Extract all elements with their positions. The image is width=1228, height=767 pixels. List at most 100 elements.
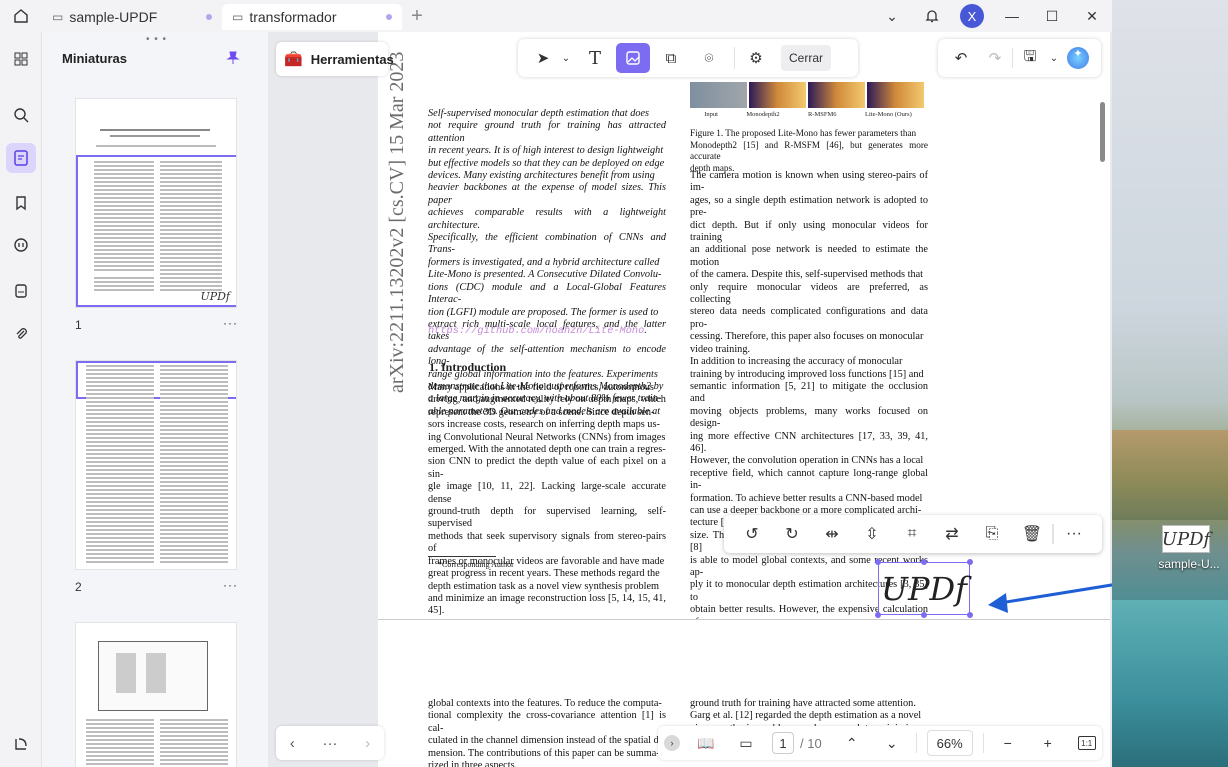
text-line: Self-supervised monocular depth estimati… bbox=[428, 108, 650, 119]
text-line: receptive field, which cannot capture lo… bbox=[690, 467, 928, 492]
resize-handle[interactable] bbox=[875, 612, 881, 618]
text-line: methods that seek supervisory signals fr… bbox=[428, 530, 666, 555]
text-line: ages, so a single depth estimation netwo… bbox=[690, 194, 928, 219]
figure-1-images bbox=[690, 82, 926, 108]
vertical-scrollbar[interactable] bbox=[1100, 102, 1105, 162]
page-thumbnail-1[interactable]: UPDf bbox=[75, 98, 237, 308]
selected-signature-image[interactable]: UPDf bbox=[878, 562, 970, 615]
text-line: Many applications in the field of roboti… bbox=[428, 382, 654, 393]
text-line: of the camera. Despite this, self-superv… bbox=[690, 269, 924, 281]
layers-icon[interactable] bbox=[6, 729, 36, 759]
current-page-input[interactable]: 1 bbox=[772, 732, 794, 754]
resize-handle[interactable] bbox=[875, 559, 881, 565]
more-options-icon[interactable]: ··· bbox=[322, 735, 337, 752]
user-avatar[interactable]: X bbox=[960, 4, 984, 28]
reading-mode-icon[interactable]: 📖 bbox=[686, 735, 726, 752]
stamp-icon[interactable]: ⌾ bbox=[692, 43, 726, 73]
zoom-out-icon[interactable]: − bbox=[988, 735, 1028, 751]
resize-handle[interactable] bbox=[967, 559, 973, 565]
new-tab-plus-icon[interactable]: + bbox=[402, 5, 432, 28]
edit-pdf-icon[interactable] bbox=[6, 143, 36, 173]
flip-vertical-icon[interactable]: ⇳ bbox=[852, 524, 892, 544]
minimize-icon[interactable]: — bbox=[992, 8, 1032, 24]
search-icon[interactable] bbox=[6, 100, 36, 130]
text-line: However, the convolution operation in CN… bbox=[690, 455, 924, 467]
panel-drag-handle-icon[interactable]: • • • bbox=[146, 34, 167, 45]
text-line: mension. The contributions of this paper… bbox=[428, 747, 660, 759]
zoom-level[interactable]: 66% bbox=[926, 730, 973, 756]
first-page-icon[interactable]: ⌃ bbox=[832, 735, 872, 752]
thumbnail-more-icon[interactable]: ··· bbox=[223, 316, 238, 330]
trash-icon[interactable]: 🗑 bbox=[1012, 524, 1052, 544]
thumb-column bbox=[160, 719, 228, 767]
close-edit-button[interactable]: Cerrar bbox=[781, 45, 832, 71]
title-bar: ▭ sample-UPDF ▭ transformador + ⌄ X — ☐ … bbox=[0, 0, 1112, 32]
rotate-right-icon[interactable]: ↻ bbox=[772, 524, 812, 544]
left-rail bbox=[0, 32, 42, 767]
thumbnails-grid-icon[interactable] bbox=[6, 44, 36, 74]
tab-transformador[interactable]: ▭ transformador bbox=[222, 4, 402, 30]
thumb-line bbox=[110, 135, 200, 137]
add-image-icon[interactable] bbox=[616, 43, 650, 73]
text-line: cessing. Therefore, this paper also focu… bbox=[690, 331, 924, 343]
text-line: achieves comparable results with a light… bbox=[428, 207, 666, 231]
page-thumbnail-3[interactable] bbox=[75, 622, 237, 767]
thumbnails-panel: • • • Miniaturas UPDf 1 ··· 2 ··· bbox=[43, 32, 268, 767]
maximize-icon[interactable]: ☐ bbox=[1032, 8, 1072, 25]
thumbnail-more-icon[interactable]: ··· bbox=[223, 578, 238, 592]
chevron-down-icon[interactable]: ⌄ bbox=[558, 43, 574, 73]
pin-icon[interactable] bbox=[226, 51, 240, 68]
close-icon[interactable]: ✕ bbox=[1072, 8, 1112, 25]
chevron-down-icon[interactable]: ⌄ bbox=[872, 8, 912, 25]
rotate-left-icon[interactable]: ↺ bbox=[732, 524, 772, 544]
crop-icon[interactable]: ⌗ bbox=[892, 525, 932, 543]
text-line: Monodepth2 [15] and R-MSFM [46], but gen… bbox=[690, 139, 928, 162]
save-icon[interactable]: 🖫 bbox=[1013, 46, 1047, 71]
desktop-file-icon[interactable]: UPDf sample-U... bbox=[1150, 525, 1228, 571]
more-options-icon[interactable]: ··· bbox=[1054, 525, 1094, 543]
text-line: ing Convolutional Neural Networks (CNNs)… bbox=[428, 431, 666, 443]
present-icon[interactable]: ▭ bbox=[726, 735, 766, 752]
next-page-icon[interactable]: › bbox=[365, 735, 370, 752]
zoom-in-icon[interactable]: + bbox=[1028, 735, 1068, 751]
document-viewer[interactable]: arXiv:2211.13202v2 [cs.CV] 15 Mar 2023 I… bbox=[268, 32, 1112, 767]
toolbar-divider bbox=[734, 47, 735, 69]
flip-horizontal-icon[interactable]: ⇹ bbox=[812, 524, 852, 544]
page2-left-column-text: global contexts into the features. To re… bbox=[428, 698, 666, 767]
last-page-icon[interactable]: ⌄ bbox=[872, 735, 912, 752]
prev-page-icon[interactable]: ‹ bbox=[290, 735, 295, 752]
settings-sliders-icon[interactable]: ⚙ bbox=[739, 43, 773, 73]
toolbox-icon: 🧰 bbox=[284, 51, 303, 68]
expand-toolbar-icon[interactable]: › bbox=[664, 735, 680, 751]
bell-icon[interactable] bbox=[912, 8, 952, 24]
redo-icon[interactable]: ↷ bbox=[978, 49, 1012, 67]
resize-handle[interactable] bbox=[967, 612, 973, 618]
thumb-column bbox=[160, 161, 222, 291]
bookmark-icon[interactable] bbox=[6, 188, 36, 218]
tab-sample-updf[interactable]: ▭ sample-UPDF bbox=[42, 4, 222, 30]
add-text-icon[interactable]: T bbox=[578, 43, 612, 73]
tools-button[interactable]: 🧰 Herramientas bbox=[276, 42, 394, 76]
select-cursor-icon[interactable]: ➤ bbox=[526, 43, 560, 73]
chevron-down-icon[interactable]: ⌄ bbox=[1047, 53, 1061, 64]
text-line: heavier backbones at the expense of mode… bbox=[428, 182, 666, 206]
undo-icon[interactable]: ↶ bbox=[944, 49, 978, 67]
extract-image-icon[interactable]: ⎘ bbox=[972, 525, 1012, 543]
abstract-url[interactable]: https://github.com/noahzn/Lite-Mono. bbox=[428, 325, 666, 337]
page-thumbnail-2[interactable] bbox=[75, 360, 237, 570]
fit-actual-size-icon[interactable]: 1:1 bbox=[1077, 736, 1096, 750]
attachment-icon[interactable] bbox=[6, 319, 36, 349]
desktop-wallpaper-water bbox=[1110, 600, 1228, 767]
resize-handle[interactable] bbox=[921, 612, 927, 618]
thumb-logo-image: UPDf bbox=[200, 290, 230, 303]
thumb-line bbox=[100, 129, 210, 131]
ai-assistant-icon[interactable]: ✦ bbox=[1067, 47, 1089, 69]
home-icon[interactable] bbox=[0, 0, 42, 32]
ai-chat-icon[interactable] bbox=[6, 230, 36, 260]
resize-handle[interactable] bbox=[921, 559, 927, 565]
text-line: Garg et al. [12] regarded the depth esti… bbox=[690, 710, 922, 722]
form-icon[interactable] bbox=[6, 276, 36, 306]
replace-image-icon[interactable]: ⇄ bbox=[932, 524, 972, 544]
add-link-icon[interactable]: ⧉ bbox=[654, 43, 688, 73]
thumb-line bbox=[96, 145, 216, 147]
